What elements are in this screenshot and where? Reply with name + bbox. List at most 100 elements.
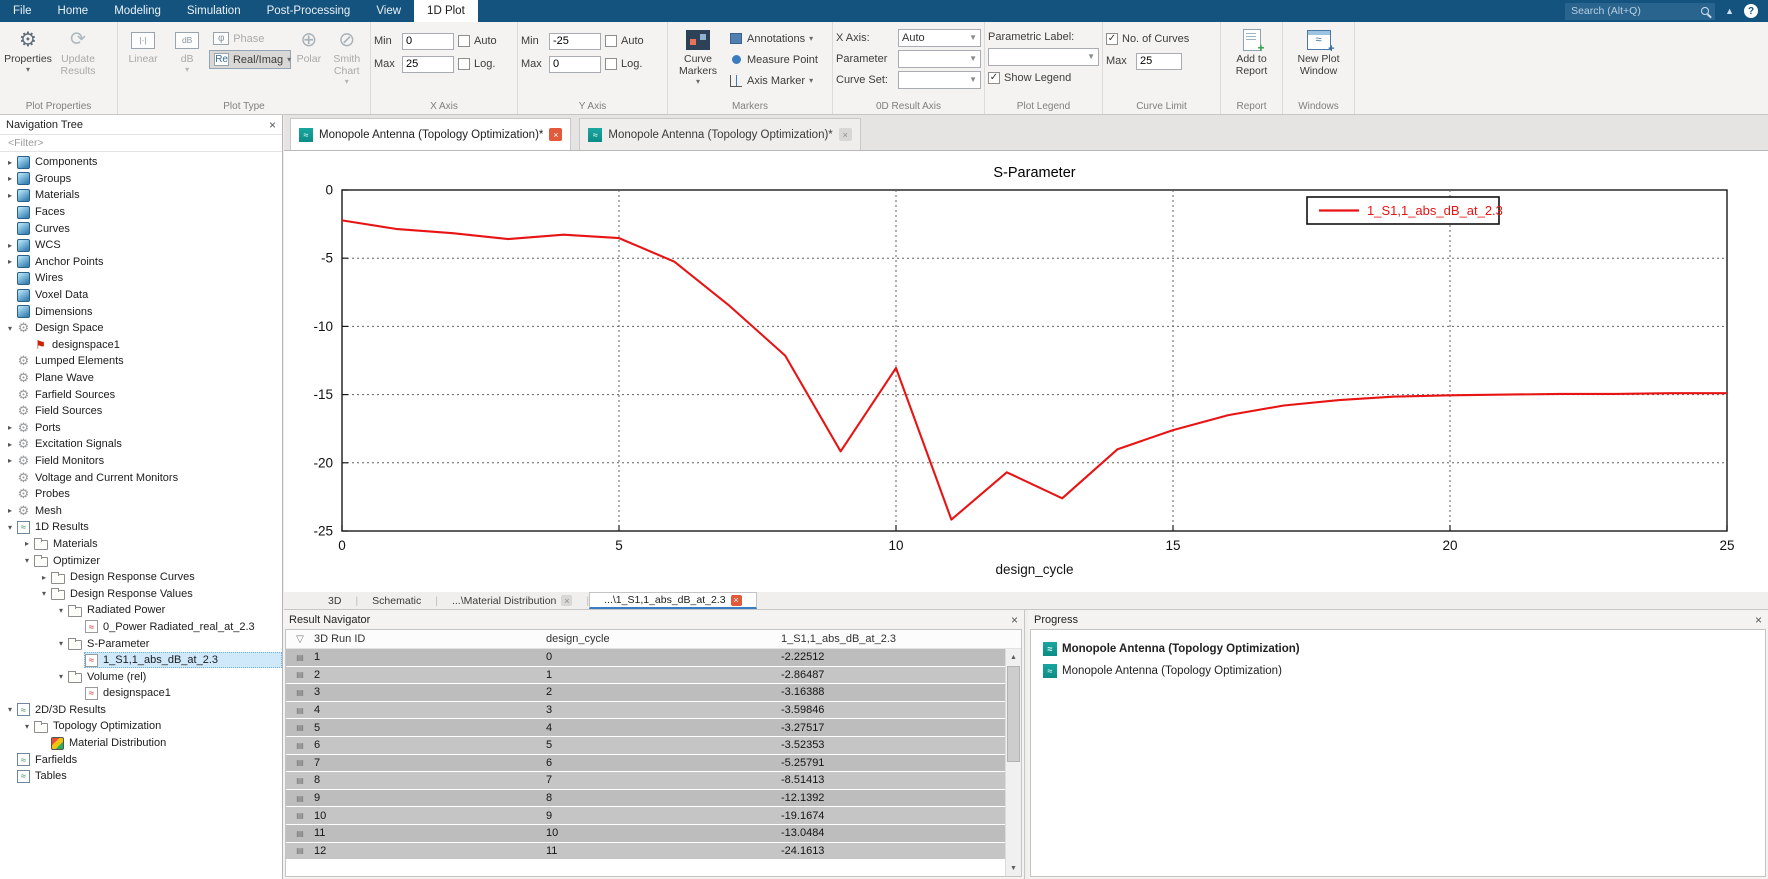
tree-expander-icon[interactable]: ▸ <box>4 506 16 515</box>
table-row[interactable]: ▤109-19.1674 <box>286 807 1005 825</box>
tree-item-farfield-sources[interactable]: Farfield Sources <box>0 386 282 403</box>
properties-button[interactable]: ⚙ Properties ▾ <box>3 25 53 73</box>
new-plot-window-button[interactable]: ≈ New Plot Window <box>1286 25 1351 77</box>
tree-item-volume-rel[interactable]: ▾Volume (rel) <box>0 668 282 685</box>
tree-expander-icon[interactable]: ▾ <box>55 606 67 615</box>
tree-expander-icon[interactable]: ▸ <box>21 539 33 548</box>
tree-item-design-space[interactable]: ▾Design Space <box>0 320 282 337</box>
row-pin-icon[interactable]: ▤ <box>286 706 314 715</box>
view-tab-1-s1-1-abs-db-at-2-3[interactable]: ...\1_S1,1_abs_dB_at_2.3× <box>589 592 756 609</box>
plot-canvas[interactable]: 05101520250-5-10-15-20-25S-Parameterdesi… <box>284 151 1768 592</box>
tree-item-groups[interactable]: ▸Groups <box>0 171 282 188</box>
tree-item-dimensions[interactable]: Dimensions <box>0 303 282 320</box>
tree-expander-icon[interactable]: ▸ <box>4 456 16 465</box>
0d-x-axis-dropdown[interactable]: Auto ▼ <box>898 29 981 47</box>
tree-item-wcs[interactable]: ▸WCS <box>0 237 282 254</box>
tree-item-topology-optimization[interactable]: ▾Topology Optimization <box>0 718 282 735</box>
tree-expander-icon[interactable]: ▸ <box>4 241 16 250</box>
tree-item-designspace1[interactable]: designspace1 <box>0 337 282 354</box>
row-pin-icon[interactable]: ▤ <box>286 741 314 750</box>
tree-item-field-sources[interactable]: Field Sources <box>0 403 282 420</box>
ribbon-tab-modeling[interactable]: Modeling <box>101 0 174 22</box>
progress-item[interactable]: ≈Monopole Antenna (Topology Optimization… <box>1043 660 1765 682</box>
no-of-curves-checkbox[interactable] <box>1106 33 1118 45</box>
curve-limit-max-input[interactable] <box>1136 53 1182 70</box>
row-pin-icon[interactable]: ▤ <box>286 688 314 697</box>
search-input[interactable]: Search (Alt+Q) <box>1565 3 1715 20</box>
tree-item-design-response-curves[interactable]: ▸Design Response Curves <box>0 569 282 586</box>
close-icon[interactable]: × <box>269 119 276 131</box>
tree-expander-icon[interactable]: ▸ <box>4 174 16 183</box>
table-row[interactable]: ▤76-5.25791 <box>286 755 1005 773</box>
0d-parameter-dropdown[interactable]: ▼ <box>898 50 981 68</box>
ribbon-tab-view[interactable]: View <box>363 0 414 22</box>
tree-item-curves[interactable]: Curves <box>0 220 282 237</box>
tree-item-anchor-points[interactable]: ▸Anchor Points <box>0 254 282 271</box>
tree-expander-icon[interactable]: ▾ <box>21 556 33 565</box>
tree-item-s-parameter[interactable]: ▾S-Parameter <box>0 635 282 652</box>
ribbon-tab-1d-plot[interactable]: 1D Plot <box>414 0 478 22</box>
tree-expander-icon[interactable]: ▾ <box>55 639 67 648</box>
tree-item-faces[interactable]: Faces <box>0 204 282 221</box>
tree-expander-icon[interactable]: ▾ <box>55 672 67 681</box>
close-tab-icon[interactable]: × <box>549 128 562 141</box>
tree-item-voxel-data[interactable]: Voxel Data <box>0 287 282 304</box>
tree-item-1d-results[interactable]: ▾1D Results <box>0 519 282 536</box>
close-icon[interactable]: × <box>1755 614 1762 626</box>
table-row[interactable]: ▤1211-24.1613 <box>286 843 1005 861</box>
axis-marker-button[interactable]: Axis Marker ▾ <box>725 71 822 90</box>
view-tab-schematic[interactable]: Schematic <box>358 592 435 609</box>
close-tab-icon[interactable]: × <box>731 595 742 606</box>
real-imag-button[interactable]: Re Real/Imag ▾ <box>209 50 291 69</box>
db-button[interactable]: dB dB ▾ <box>165 25 209 73</box>
tree-item-design-response-values[interactable]: ▾Design Response Values <box>0 585 282 602</box>
tree-item-lumped-elements[interactable]: Lumped Elements <box>0 353 282 370</box>
view-tab-3d[interactable]: 3D <box>314 592 355 609</box>
tree-item-wires[interactable]: Wires <box>0 270 282 287</box>
y-max-input[interactable] <box>549 56 601 73</box>
scrollbar-thumb[interactable] <box>1007 666 1020 762</box>
collapse-ribbon-icon[interactable]: ▲ <box>1725 6 1734 16</box>
filter-funnel-icon[interactable]: ▽ <box>286 634 314 645</box>
tree-expander-icon[interactable]: ▾ <box>38 589 50 598</box>
row-pin-icon[interactable]: ▤ <box>286 829 314 838</box>
tree-expander-icon[interactable]: ▸ <box>4 158 16 167</box>
tree-expander-icon[interactable]: ▾ <box>4 705 16 714</box>
tree-expander-icon[interactable]: ▸ <box>4 440 16 449</box>
table-row[interactable]: ▤1110-13.0484 <box>286 825 1005 843</box>
tree-item-1-s1-1-abs-db-at-2-3[interactable]: 1_S1,1_abs_dB_at_2.3 <box>0 652 282 669</box>
tree-item-farfields[interactable]: Farfields <box>0 751 282 768</box>
search-icon[interactable] <box>1701 7 1709 15</box>
tree-item-mesh[interactable]: ▸Mesh <box>0 502 282 519</box>
tree-item-material-distribution[interactable]: Material Distribution <box>0 735 282 752</box>
table-row[interactable]: ▤21-2.86487 <box>286 667 1005 685</box>
tree-expander-icon[interactable]: ▸ <box>38 573 50 582</box>
row-pin-icon[interactable]: ▤ <box>286 670 314 679</box>
show-legend-checkbox[interactable] <box>988 72 1000 84</box>
row-pin-icon[interactable]: ▤ <box>286 794 314 803</box>
scroll-down-icon[interactable]: ▼ <box>1006 860 1021 876</box>
tree-expander-icon[interactable]: ▸ <box>4 423 16 432</box>
curve-markers-button[interactable]: Curve Markers ▾ <box>671 25 725 85</box>
tree-item-designspace1[interactable]: designspace1 <box>0 685 282 702</box>
document-tab-2[interactable]: ≈Monopole Antenna (Topology Optimization… <box>579 118 860 150</box>
ribbon-tab-post-processing[interactable]: Post-Processing <box>254 0 364 22</box>
table-scrollbar[interactable]: ▲ ▼ <box>1005 649 1021 876</box>
tree-item-materials[interactable]: ▸Materials <box>0 536 282 553</box>
table-row[interactable]: ▤32-3.16388 <box>286 684 1005 702</box>
column-header-design-cycle[interactable]: design_cycle <box>546 633 781 645</box>
y-min-input[interactable] <box>549 33 601 50</box>
y-log-checkbox[interactable] <box>605 58 617 70</box>
x-auto-checkbox[interactable] <box>458 35 470 47</box>
close-icon[interactable]: × <box>1011 614 1018 626</box>
column-header-3d-run-id[interactable]: 3D Run ID <box>314 633 546 645</box>
parametric-label-dropdown[interactable]: ▼ <box>988 48 1099 66</box>
row-pin-icon[interactable]: ▤ <box>286 723 314 732</box>
table-row[interactable]: ▤54-3.27517 <box>286 719 1005 737</box>
update-results-button[interactable]: ⟳ Update Results <box>53 25 103 77</box>
tree-item-2d-3d-results[interactable]: ▾2D/3D Results <box>0 702 282 719</box>
tree-expander-icon[interactable]: ▾ <box>21 722 33 731</box>
row-pin-icon[interactable]: ▤ <box>286 811 314 820</box>
0d-curve-set-dropdown[interactable]: ▼ <box>898 71 981 89</box>
tree-expander-icon[interactable]: ▾ <box>4 324 16 333</box>
